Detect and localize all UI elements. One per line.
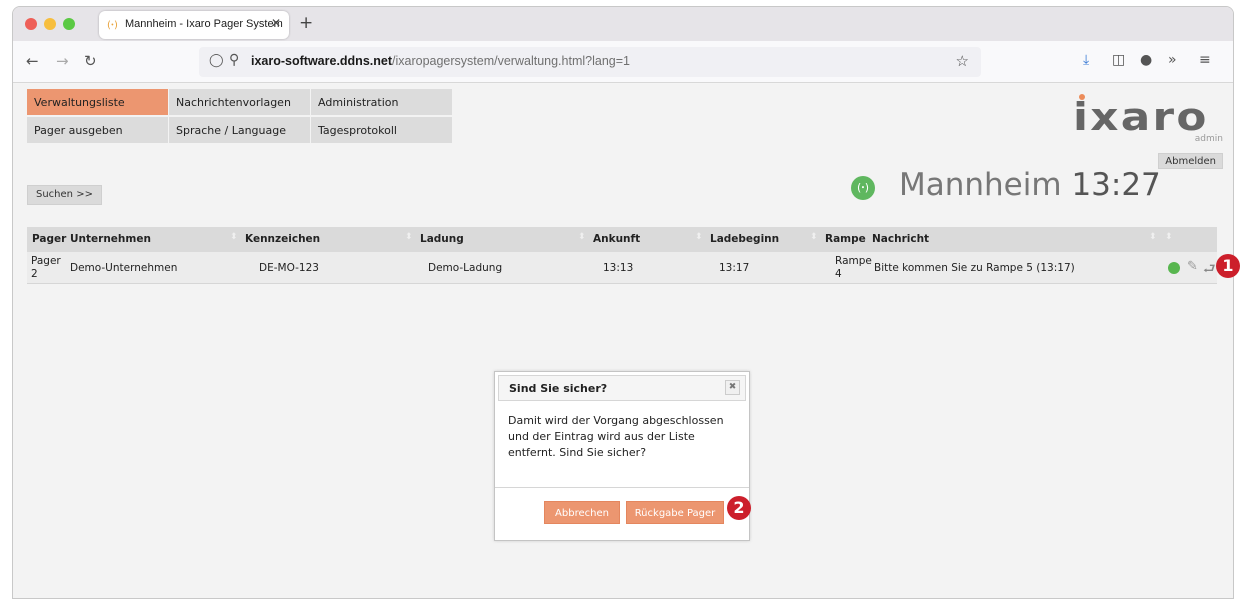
edit-icon[interactable]: ✎ [1187,259,1198,274]
browser-window: (ꞏ) Mannheim - Ixaro Pager System ✕ + ← … [12,6,1234,599]
sort-icon[interactable]: ⬍ [1149,232,1157,242]
cell-ankunft: 13:13 [603,262,634,274]
overflow-chevrons-icon[interactable]: » [1168,52,1177,68]
zoom-window-button[interactable] [63,18,75,30]
dialog-message: Damit wird der Vorgang abgeschlossen und… [508,414,724,459]
search-toggle-button[interactable]: Suchen >> [27,185,102,205]
forward-icon[interactable]: → [56,52,69,70]
tab-bar: (ꞏ) Mannheim - Ixaro Pager System ✕ + [13,7,1233,41]
status-ok-icon [1168,262,1180,274]
reload-icon[interactable]: ↻ [84,52,97,70]
sort-icon[interactable]: ⬍ [405,232,413,242]
new-tab-button[interactable]: + [299,13,313,33]
tab-title: Mannheim - Ixaro Pager System [125,18,283,30]
column-header-ankunft[interactable]: Ankunft [593,233,640,245]
sort-icon[interactable]: ⬍ [1165,232,1173,242]
page-content: Verwaltungsliste Nachrichtenvorlagen Adm… [13,84,1233,598]
ixaro-logo: ixaro [1073,95,1209,139]
close-tab-icon[interactable]: ✕ [271,16,281,30]
cancel-button[interactable]: Abbrechen [544,501,620,524]
url-host: ixaro-software.ddns.net [251,54,392,68]
location-name-time: Mannheim 13:27 [899,167,1161,203]
sidebar-icon[interactable]: ◫ [1112,52,1125,68]
sort-icon[interactable]: ⬍ [578,232,586,242]
hamburger-menu-icon[interactable]: ≡ [1199,52,1211,68]
location-clock: (ꞏ) Mannheim 13:27 [851,167,1191,207]
cell-kennzeichen: DE-MO-123 [259,262,319,274]
return-pager-icon[interactable]: ⮐ [1203,258,1216,282]
table-row[interactable]: Pager 2 Demo-Unternehmen DE-MO-123 Demo-… [27,252,1217,284]
url-text[interactable]: ixaro-software.ddns.net/ixaropagersystem… [251,54,630,68]
column-header-rampe[interactable]: Rampe [825,233,866,245]
column-header-kennzeichen[interactable]: Kennzeichen [245,233,320,245]
bookmark-star-icon[interactable]: ☆ [956,52,969,70]
column-header-nachricht[interactable]: Nachricht [872,233,929,245]
location-name: Mannheim [899,167,1062,203]
browser-toolbar: ← → ↻ ◯ ⚲ ixaro-software.ddns.net/ixarop… [13,41,1233,83]
column-header-pager[interactable]: Pager [32,233,66,245]
column-header-ladebeginn[interactable]: Ladebeginn [710,233,779,245]
table-header: Pager Unternehmen Kennzeichen Ladung Ank… [27,227,1217,252]
sort-icon[interactable]: ⬍ [810,232,818,242]
column-header-ladung[interactable]: Ladung [420,233,464,245]
current-time: 13:27 [1071,167,1161,203]
dialog-separator [495,487,749,488]
menu-item-sprache[interactable]: Sprache / Language [169,117,311,144]
menu-item-tagesprotokoll[interactable]: Tagesprotokoll [311,117,453,144]
connection-lock-icon[interactable]: ⚲ [229,52,239,68]
callout-badge-1: 1 [1216,254,1240,278]
account-icon[interactable]: ● [1140,52,1152,68]
column-header-unternehmen[interactable]: Unternehmen [70,233,151,245]
confirm-dialog: Sind Sie sicher? ✖ Damit wird der Vorgan… [494,371,750,541]
signal-icon: (ꞏ) [851,176,875,200]
cell-ladung: Demo-Ladung [428,262,503,274]
download-icon[interactable]: ⤓ [1083,52,1089,68]
menu-item-pager-ausgeben[interactable]: Pager ausgeben [27,117,169,144]
callout-badge-2: 2 [727,496,751,520]
url-path: /ixaropagersystem/verwaltung.html?lang=1 [392,54,630,68]
menu-item-nachrichtenvorlagen[interactable]: Nachrichtenvorlagen [169,89,311,116]
cell-rampe-number: 4 [835,268,842,280]
tracking-shield-icon[interactable]: ◯ [209,53,224,68]
cell-nachricht: Bitte kommen Sie zu Rampe 5 (13:17) [874,262,1075,274]
dialog-title: Sind Sie sicher? [509,382,608,395]
cell-ladebeginn: 13:17 [719,262,750,274]
cell-pager-number: 2 [31,268,38,280]
close-window-button[interactable] [25,18,37,30]
dialog-title-bar: Sind Sie sicher? ✖ [498,375,746,401]
address-bar[interactable]: ◯ ⚲ ixaro-software.ddns.net/ixaropagersy… [199,47,981,77]
menu-item-administration[interactable]: Administration [311,89,453,116]
minimize-window-button[interactable] [44,18,56,30]
current-user-label: admin [1194,134,1223,144]
dialog-close-icon[interactable]: ✖ [725,380,740,395]
sort-icon[interactable]: ⬍ [695,232,703,242]
back-icon[interactable]: ← [26,52,39,70]
sort-icon[interactable]: ⬍ [230,232,238,242]
menu-item-verwaltungsliste[interactable]: Verwaltungsliste [27,89,169,116]
logo-dot [1079,94,1085,100]
pager-signal-icon: (ꞏ) [107,20,118,31]
return-pager-button[interactable]: Rückgabe Pager [626,501,724,524]
browser-tab[interactable]: (ꞏ) Mannheim - Ixaro Pager System ✕ [99,11,289,39]
cell-pager-label: Pager [31,255,61,267]
cell-unternehmen: Demo-Unternehmen [70,262,178,274]
cell-rampe-label: Rampe [835,255,872,267]
